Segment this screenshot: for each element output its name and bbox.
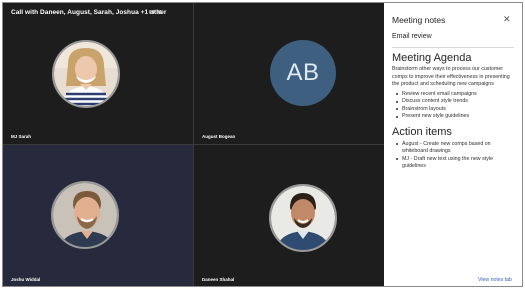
agenda-intro: Brainstorm other ways to process our cus… — [392, 66, 510, 87]
participant-avatar — [51, 181, 119, 249]
participant-name: Daneen Shahal — [202, 277, 235, 282]
list-item: Brainstrom layouts — [396, 106, 516, 114]
list-item: Review recent email campaigns — [396, 91, 516, 99]
initials-avatar: AB — [270, 40, 336, 106]
participant-name: MJ Sarah — [11, 134, 32, 139]
close-icon[interactable]: ✕ — [503, 14, 511, 25]
action-items-heading: Action items — [392, 125, 452, 138]
list-item: MJ - Draft new text using the new style … — [396, 156, 516, 171]
call-timer: 00:01 — [149, 10, 162, 16]
video-tile-participant-3[interactable]: Joshu Widdal — [3, 145, 193, 286]
notes-subtitle: Email review — [392, 33, 432, 40]
panel-title: Meeting notes — [392, 15, 446, 25]
video-tile-participant-1[interactable]: Call with Daneen, August, Sarah, Joshua … — [3, 3, 193, 144]
video-tile-participant-2[interactable]: AB August Bogean — [194, 3, 384, 144]
meeting-window: Call with Daneen, August, Sarah, Joshua … — [2, 2, 523, 287]
grid-divider — [3, 144, 384, 145]
view-notes-tab-link[interactable]: View notes tab — [478, 277, 512, 283]
participant-avatar — [269, 184, 337, 252]
participant-avatar — [52, 40, 120, 108]
agenda-heading: Meeting Agenda — [392, 52, 472, 64]
list-item: Discuss content style trends — [396, 98, 516, 106]
agenda-list: Review recent email campaigns Discuss co… — [392, 91, 516, 121]
meeting-notes-panel: Meeting notes ✕ Email review Meeting Age… — [384, 3, 522, 286]
list-item: August - Create new comps based on white… — [396, 141, 516, 156]
video-tile-participant-4[interactable]: Daneen Shahal — [194, 145, 384, 286]
divider — [392, 47, 514, 48]
action-items-list: August - Create new comps based on white… — [392, 141, 516, 171]
participant-name: August Bogean — [202, 134, 236, 139]
video-grid: Call with Daneen, August, Sarah, Joshua … — [3, 3, 384, 286]
list-item: Present new style guidelines — [396, 113, 516, 121]
notes-content: Meeting Agenda Brainstorm other ways to … — [392, 52, 516, 171]
participant-name: Joshu Widdal — [11, 277, 41, 282]
call-title: Call with Daneen, August, Sarah, Joshua … — [11, 9, 167, 16]
